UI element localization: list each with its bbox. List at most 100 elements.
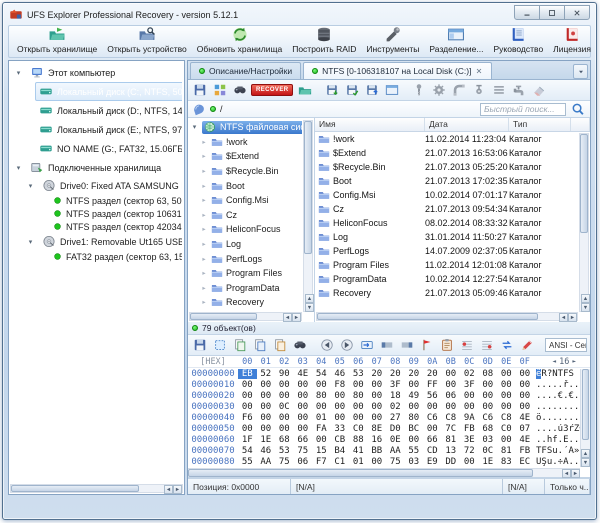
hex-byte[interactable]: 20 xyxy=(386,369,405,379)
hex-byte[interactable]: F6 xyxy=(238,413,257,423)
table-row[interactable]: Recovery 21.07.2013 05:09:46 Каталог xyxy=(315,286,578,300)
hex-byte[interactable]: 00 xyxy=(368,402,387,412)
hex-byte[interactable]: 68 xyxy=(275,435,294,445)
hex-byte[interactable]: C6 xyxy=(479,413,498,423)
folder-tree-vscrollbar[interactable] xyxy=(303,120,313,312)
hex-byte[interactable]: 00 xyxy=(442,369,461,379)
hex-byte[interactable]: 01 xyxy=(312,413,331,423)
hex-byte[interactable]: B4 xyxy=(331,446,350,456)
hex-byte[interactable]: 66 xyxy=(294,435,313,445)
open-folder-button[interactable] xyxy=(296,82,313,98)
scroll-right-button[interactable]: ► xyxy=(571,469,580,478)
hex-byte[interactable]: C0 xyxy=(349,424,368,434)
scroll-right-button[interactable]: ► xyxy=(568,313,577,322)
scroll-down-button[interactable]: ▼ xyxy=(581,458,590,467)
table-row[interactable]: $Recycle.Bin 21.07.2013 05:25:20 Каталог xyxy=(315,160,578,174)
column-header-имя[interactable]: Имя xyxy=(315,118,425,131)
hex-byte[interactable]: 06 xyxy=(294,457,313,467)
hex-byte[interactable]: C1 xyxy=(331,457,350,467)
frame-button[interactable] xyxy=(383,82,400,98)
hex-byte[interactable]: 00 xyxy=(238,380,257,390)
folder-tree-item[interactable]: ▸ Boot xyxy=(190,178,302,193)
hex-block2-button[interactable] xyxy=(398,337,415,353)
hex-byte[interactable]: 00 xyxy=(460,457,479,467)
hex-byte[interactable]: 00 xyxy=(331,413,350,423)
hex-byte[interactable]: 13 xyxy=(442,446,461,456)
table-row[interactable]: ProgramData 10.02.2014 12:27:54 Каталог xyxy=(315,272,578,286)
hex-pos1-button[interactable] xyxy=(458,337,475,353)
hex-nav-forward-button[interactable] xyxy=(338,337,355,353)
storage-tree-hscrollbar[interactable]: ◄ ► xyxy=(10,484,183,494)
valve-button[interactable] xyxy=(470,82,487,98)
disk-ok-button[interactable] xyxy=(343,82,360,98)
hex-byte[interactable]: 00 xyxy=(497,391,516,401)
storage-tree-item-content[interactable]: Локальный диск (D:, NTFS, 149.73ГБ) xyxy=(35,101,182,120)
hex-byte[interactable]: 53 xyxy=(349,369,368,379)
hex-byte[interactable]: 00 xyxy=(460,402,479,412)
list-button[interactable] xyxy=(490,82,507,98)
scroll-left-button[interactable]: ◄ xyxy=(164,485,173,494)
hex-byte[interactable]: 00 xyxy=(294,424,313,434)
hex-byte[interactable]: D0 xyxy=(386,424,405,434)
folder-tree-item[interactable]: ▸ $Recycle.Bin xyxy=(190,164,302,179)
toolbar-button-open-storage[interactable]: Открыть хранилище xyxy=(12,25,102,55)
vscroll-thumb[interactable] xyxy=(580,134,588,234)
hex-row[interactable]: 00000070 54 46 53 75 15 B4 41 BB AA 55 CD 13 72 0C 81 FB… xyxy=(188,445,590,456)
storage-tree-item[interactable]: FAT32 раздел (сектор 63, 15.06ГБ) xyxy=(11,250,182,263)
hex-byte[interactable]: 00 xyxy=(238,402,257,412)
folder-tree-item[interactable]: ▸ $Extend xyxy=(190,149,302,164)
hex-byte[interactable]: 07 xyxy=(516,424,535,434)
hex-byte[interactable]: 00 xyxy=(275,413,294,423)
hex-byte[interactable]: 00 xyxy=(349,380,368,390)
expander-icon[interactable]: ▸ xyxy=(200,138,208,146)
folder-tree-hscrollbar[interactable]: ◄ ► xyxy=(189,312,302,322)
table-row[interactable]: !work 11.02.2014 11:23:04 Каталог xyxy=(315,132,578,146)
storage-tree-item[interactable]: NTFS раздел (сектор 63, 50.69ГБ) xyxy=(11,194,182,207)
hex-byte[interactable]: 00 xyxy=(275,380,294,390)
scroll-left-button[interactable]: ◄ xyxy=(559,313,568,322)
hex-byte[interactable]: 00 xyxy=(405,402,424,412)
hex-byte[interactable]: FB xyxy=(516,446,535,456)
tab-1[interactable]: Описание/Настройки xyxy=(190,62,302,79)
hex-flag-button[interactable] xyxy=(418,337,435,353)
hex-byte[interactable]: 00 xyxy=(497,435,516,445)
pipe-button[interactable] xyxy=(450,82,467,98)
hex-byte[interactable]: 00 xyxy=(257,402,276,412)
hex-byte[interactable]: 0E xyxy=(386,435,405,445)
table-row[interactable]: $Extend 21.07.2013 16:53:06 Каталог xyxy=(315,146,578,160)
expander-icon[interactable]: ▾ xyxy=(14,164,23,172)
folder-tree-root-selection[interactable]: NTFS файловая система xyxy=(202,120,302,134)
storage-tree-item[interactable]: ▾ Drive0: Fixed ATA SAMSUNG HD321KJ xyxy=(11,177,182,194)
hex-byte[interactable]: 54 xyxy=(312,369,331,379)
hex-byte[interactable]: 00 xyxy=(331,402,350,412)
hex-byte[interactable]: 00 xyxy=(479,380,498,390)
hex-byte[interactable]: 7C xyxy=(442,424,461,434)
hex-byte[interactable]: 00 xyxy=(275,391,294,401)
hex-byte[interactable]: 55 xyxy=(405,446,424,456)
folder-tree-item[interactable]: ▸ Config.Msi xyxy=(190,193,302,208)
toolbar-button-settings[interactable]: Настройки xyxy=(596,25,600,55)
hex-byte[interactable]: C6 xyxy=(423,413,442,423)
hex-byte[interactable]: 83 xyxy=(497,457,516,467)
storage-tree-item[interactable]: NO NAME (G:, FAT32, 15.06ГБ) xyxy=(11,139,182,158)
hex-byte[interactable]: 00 xyxy=(257,380,276,390)
expander-icon[interactable]: ▾ xyxy=(26,238,35,246)
hex-byte[interactable]: 00 xyxy=(423,424,442,434)
hex-byte[interactable]: 03 xyxy=(405,457,424,467)
hex-byte[interactable]: CB xyxy=(331,435,350,445)
hex-pos2-button[interactable] xyxy=(478,337,495,353)
hex-byte[interactable]: 75 xyxy=(294,446,313,456)
scroll-down-button[interactable]: ▼ xyxy=(305,303,314,312)
hex-byte[interactable]: FA xyxy=(312,424,331,434)
hex-byte[interactable]: 00 xyxy=(405,380,424,390)
hex-row[interactable]: 00000050 00 00 00 00 FA 33 C0 8E D0 BC 00 7C FB 68 C0 07… xyxy=(188,423,590,434)
table-row[interactable]: Boot 21.07.2013 17:02:35 Каталог xyxy=(315,174,578,188)
hex-byte[interactable]: 3E xyxy=(460,435,479,445)
disk-save-button[interactable] xyxy=(323,82,340,98)
scroll-left-button[interactable]: ◄ xyxy=(562,469,571,478)
hex-byte[interactable]: 1E xyxy=(479,457,498,467)
folder-tree-item[interactable]: ▸ Recovery xyxy=(190,295,302,310)
hex-byte[interactable]: 00 xyxy=(257,391,276,401)
hex-byte[interactable]: F8 xyxy=(331,380,350,390)
scroll-down-button[interactable]: ▼ xyxy=(581,303,590,312)
